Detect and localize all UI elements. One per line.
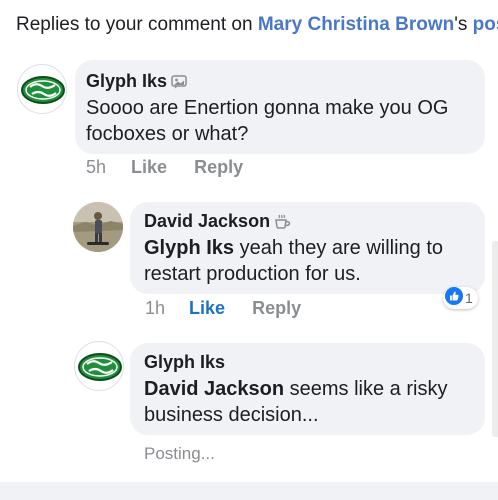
mention-link[interactable]: David Jackson	[144, 378, 284, 400]
comment-actions: 5h Like Reply	[86, 157, 243, 178]
bottom-divider	[0, 482, 498, 500]
comment-author[interactable]: Glyph Iks	[86, 71, 187, 94]
reply-button[interactable]: Reply	[252, 298, 301, 319]
reply-bubble: David Jackson Glyph Iks yeah they are wi…	[130, 202, 485, 294]
coffee-icon	[274, 213, 291, 234]
reply-text: Glyph Iks yeah they are willing to resta…	[144, 235, 474, 287]
pending-reply-bubble: Glyph Iks David Jackson seems like a ris…	[130, 343, 485, 435]
comment-bubble: Glyph Iks Soooo are Enertion gonna make …	[75, 60, 485, 154]
avatar-glyph-iks[interactable]	[74, 341, 124, 391]
mention-link[interactable]: Glyph Iks	[144, 237, 234, 259]
scroll-indicator[interactable]	[492, 241, 498, 437]
avatar-david-jackson[interactable]	[73, 202, 123, 252]
avatar-glyph-iks[interactable]	[17, 64, 67, 114]
comment-text: Soooo are Enertion gonna make you OG foc…	[86, 97, 449, 145]
post-link[interactable]: post	[473, 14, 498, 35]
pending-reply-text: David Jackson seems like a risky busines…	[144, 376, 474, 428]
notification-header: Replies to your comment on Mary Christin…	[16, 14, 498, 36]
comment-time: 5h	[86, 157, 107, 177]
posting-status: Posting...	[144, 444, 215, 463]
reply-actions: 1h Like Reply	[145, 298, 301, 319]
picture-comment-icon	[171, 73, 187, 94]
reply-time: 1h	[145, 298, 166, 318]
header-possessive: 's	[454, 14, 473, 35]
post-author-link[interactable]: Mary Christina Brown	[258, 14, 454, 35]
reply-author[interactable]: David Jackson	[144, 211, 291, 234]
reply-button[interactable]: Reply	[194, 157, 243, 178]
header-prefix: Replies to your comment on	[16, 14, 258, 35]
reaction-badge[interactable]: 1	[443, 286, 478, 310]
pending-reply-author[interactable]: Glyph Iks	[144, 352, 225, 373]
profile-photo-icon	[73, 202, 123, 252]
thumbs-up-icon	[445, 286, 463, 310]
reaction-count: 1	[465, 290, 473, 306]
shred-logo-icon	[78, 353, 122, 381]
like-button-active[interactable]: Like	[189, 298, 225, 319]
like-button[interactable]: Like	[131, 157, 167, 178]
shred-logo-icon	[21, 76, 65, 104]
